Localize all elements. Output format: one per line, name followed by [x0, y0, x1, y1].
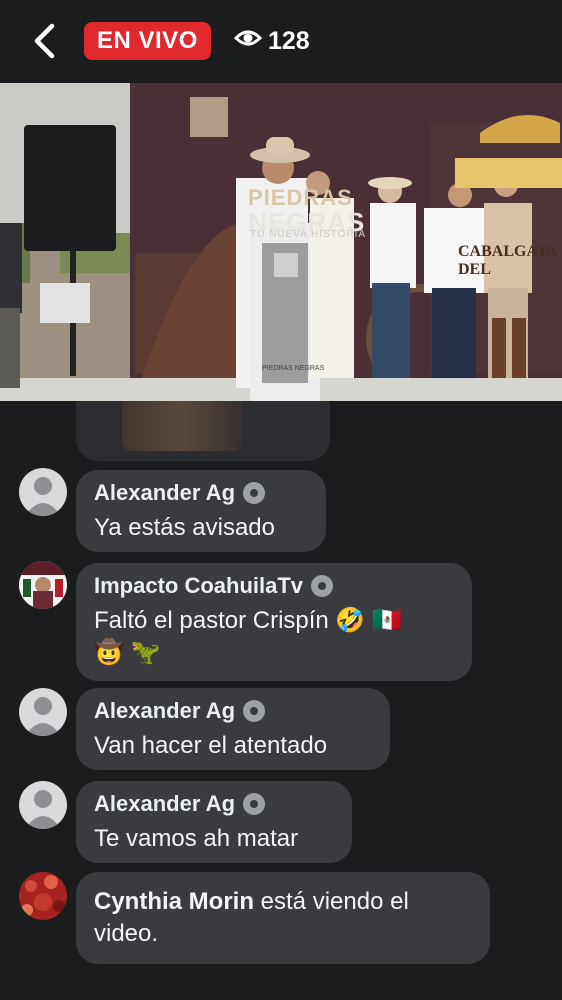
top-bar: EN VIVO 128	[0, 0, 562, 82]
info-badge-icon	[243, 793, 266, 815]
photo-avatar-icon[interactable]	[19, 561, 67, 609]
podium-label: PIEDRAS NEGRAS	[262, 365, 325, 372]
live-video[interactable]: PIEDRAS NEGRAS TU NUEVA HISTORIA CABALGA…	[0, 83, 562, 401]
join-event-bubble[interactable]: Cynthia Morin está viendo el video.	[76, 872, 490, 964]
previous-comment-bubble[interactable]	[76, 401, 330, 461]
comment-author[interactable]: Alexander Ag	[94, 791, 235, 817]
back-arrow-icon[interactable]	[28, 22, 64, 60]
video-frame	[0, 83, 562, 401]
join-event-text: está viendo el	[254, 888, 409, 915]
comment-author[interactable]: Alexander Ag	[94, 480, 235, 506]
join-event-text-continued: video.	[94, 920, 159, 947]
brand-tagline: TU NUEVA HISTORIA	[250, 229, 367, 240]
comment-text: Faltó el pastor Crispín 🤣 🇲🇽	[94, 607, 402, 634]
previous-comment-image	[122, 401, 242, 451]
live-badge: EN VIVO	[84, 22, 211, 60]
comment-text: Ya estás avisado	[94, 514, 275, 541]
comment-author[interactable]: Impacto CoahuilaTv	[94, 573, 303, 599]
comment-bubble[interactable]: Alexander Ag Ya estás avisado	[76, 470, 326, 552]
info-badge-icon	[243, 700, 266, 722]
info-badge-icon	[243, 482, 266, 504]
banner-text: CABALGATA DEL	[458, 243, 557, 278]
comment-bubble[interactable]: Impacto CoahuilaTv Faltó el pastor Crisp…	[76, 563, 472, 681]
comment-author[interactable]: Alexander Ag	[94, 698, 235, 724]
eye-icon	[233, 27, 263, 56]
viewer-count-value: 128	[268, 26, 310, 55]
comment-bubble[interactable]: Alexander Ag Van hacer el atentado	[76, 688, 390, 770]
default-avatar-icon[interactable]	[19, 468, 67, 516]
viewer-name[interactable]: Cynthia Morin	[94, 888, 254, 915]
info-badge-icon	[311, 575, 334, 597]
live-label: EN VIVO	[97, 27, 198, 54]
comments-feed[interactable]: Alexander Ag Ya estás avisado Impacto Co…	[0, 401, 562, 1000]
comment-bubble[interactable]: Alexander Ag Te vamos ah matar	[76, 781, 352, 863]
comment-text: Van hacer el atentado	[94, 732, 328, 759]
viewer-count: 128	[233, 24, 310, 58]
comment-text-continued: 🤠 🦖	[94, 639, 161, 666]
default-avatar-icon[interactable]	[19, 781, 67, 829]
default-avatar-icon[interactable]	[19, 688, 67, 736]
comment-text: Te vamos ah matar	[94, 825, 299, 852]
photo-avatar-icon[interactable]	[19, 872, 67, 920]
